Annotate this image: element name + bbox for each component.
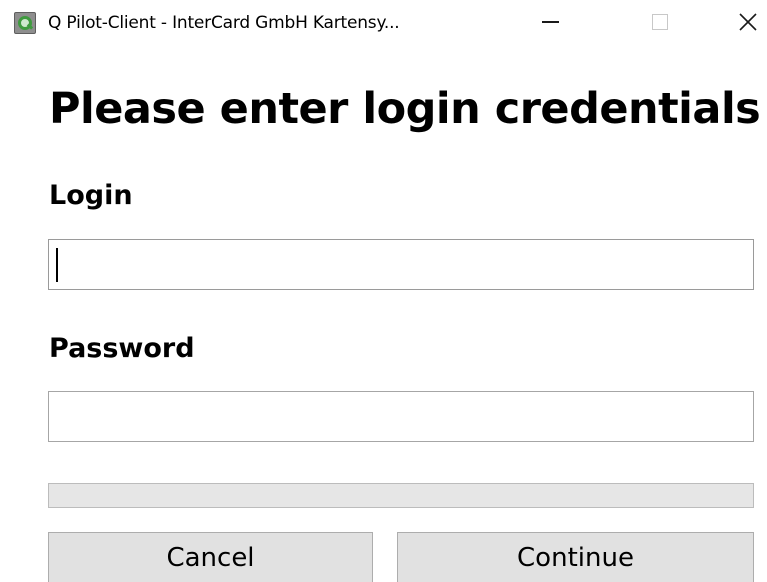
login-input[interactable] — [48, 239, 754, 290]
page-title: Please enter login credentials — [49, 84, 761, 134]
window-title: Q Pilot-Client - InterCard GmbH Kartensy… — [48, 13, 400, 33]
login-label: Login — [49, 180, 133, 211]
text-caret — [56, 248, 58, 282]
app-logo-icon[interactable] — [14, 12, 36, 34]
minimize-button[interactable] — [527, 0, 573, 44]
title-bar[interactable]: Q Pilot-Client - InterCard GmbH Kartensy… — [0, 0, 767, 50]
password-input[interactable] — [48, 391, 754, 442]
maximize-icon — [652, 14, 668, 30]
login-dialog-window: Q Pilot-Client - InterCard GmbH Kartensy… — [0, 0, 767, 582]
maximize-button[interactable] — [637, 0, 683, 44]
close-icon — [739, 13, 757, 31]
close-button[interactable] — [725, 0, 767, 44]
minimize-icon — [541, 21, 559, 23]
continue-button[interactable]: Continue — [397, 532, 754, 582]
cancel-button[interactable]: Cancel — [48, 532, 373, 582]
progress-bar — [48, 483, 754, 508]
password-label: Password — [49, 333, 195, 364]
